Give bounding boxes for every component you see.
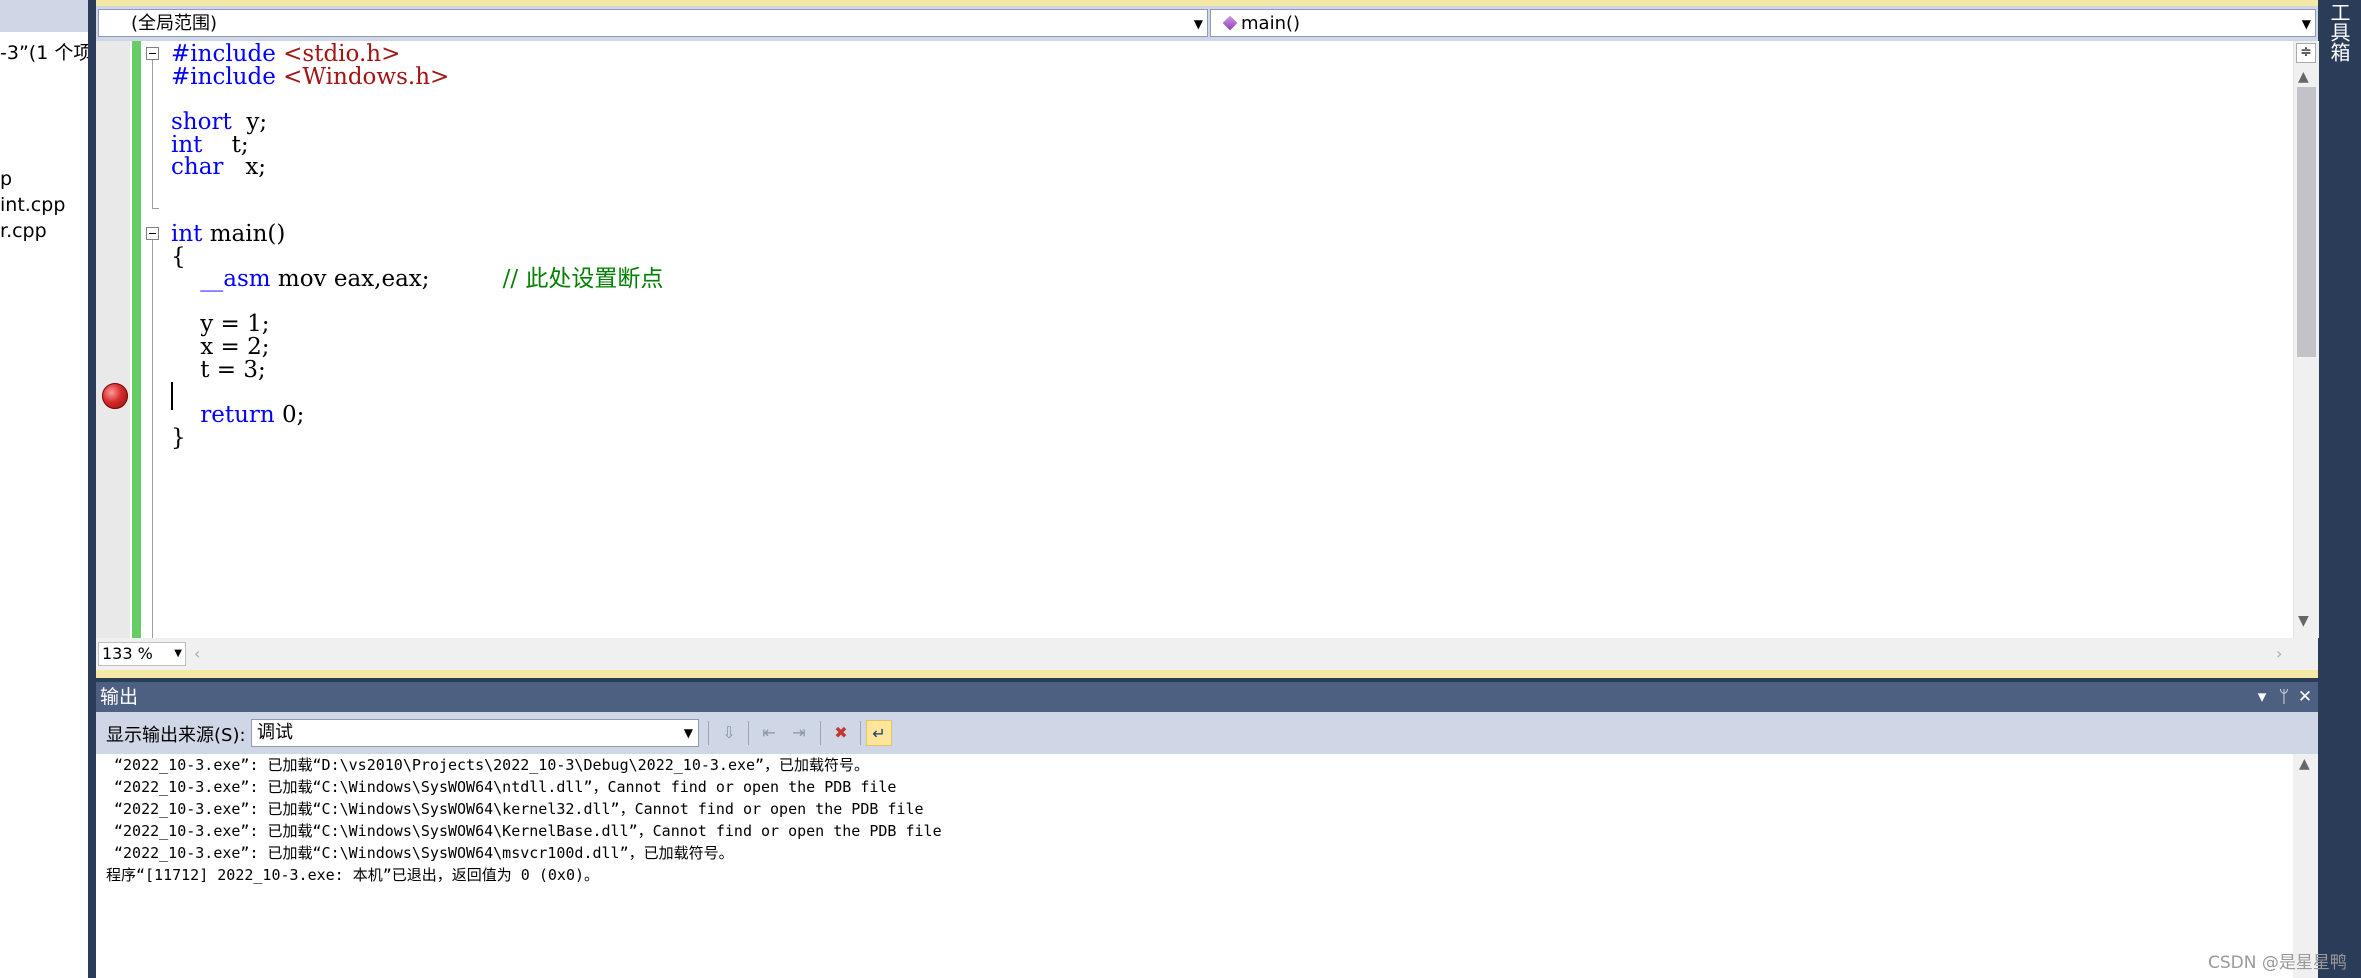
member-dropdown-value: main(): [1241, 13, 1301, 34]
chevron-down-icon: ▼: [683, 726, 693, 740]
code-line: char x;: [171, 150, 266, 184]
close-icon[interactable]: ✕: [2295, 682, 2315, 712]
solution-tree-item[interactable]: -3”(1 个项目: [0, 38, 88, 65]
code-token: 0;: [274, 402, 305, 428]
outline-line: [152, 208, 159, 209]
code-token: #include: [171, 64, 276, 90]
toolbar-separator: [748, 721, 749, 745]
toolbox-rail: 工具箱: [2318, 0, 2361, 978]
editor-bottom-bar: 133 % ▼ ‹ ›: [96, 638, 2318, 670]
code-line: int main(): [171, 217, 285, 251]
watermark: CSDN @是星星鸭: [2208, 953, 2347, 973]
clear-all-icon[interactable]: ✖: [828, 720, 854, 746]
outlining-margin: [141, 41, 165, 638]
output-line: 程序“[11712] 2022_10-3.exe: 本机”已退出，返回值为 0 …: [106, 866, 600, 884]
chevron-down-icon: ▼: [174, 648, 182, 659]
solution-tree-item[interactable]: r.cpp: [0, 220, 47, 242]
code-editor: (全局范围) ▼ main() ▼ #include <stdio.h> #in…: [96, 0, 2319, 678]
code-line: #include <Windows.h>: [171, 60, 449, 94]
code-token: main(): [202, 221, 286, 247]
toolbox-tab[interactable]: 工具箱: [2324, 2, 2354, 62]
editor-bottom-accent: [96, 670, 2318, 678]
scroll-down-icon[interactable]: ▼: [2298, 613, 2309, 629]
outline-line: [152, 240, 153, 638]
output-line: “2022_10-3.exe”: 已加载“C:\Windows\SysWOW64…: [114, 800, 924, 818]
output-text-area[interactable]: “2022_10-3.exe”: 已加载“D:\vs2010\Projects\…: [96, 754, 2293, 978]
output-title: 输出: [100, 686, 139, 708]
code-line: __asm mov eax,eax; // 此处设置断点: [171, 262, 663, 296]
output-line: “2022_10-3.exe”: 已加载“C:\Windows\SysWOW64…: [114, 778, 897, 796]
output-line: “2022_10-3.exe”: 已加载“C:\Windows\SysWOW64…: [114, 844, 734, 862]
solution-tree-item[interactable]: int.cpp: [0, 194, 65, 216]
solution-explorer-header: [0, 0, 88, 32]
toolbar-separator: [860, 721, 861, 745]
text-caret: [171, 382, 173, 410]
code-token: return: [200, 402, 275, 428]
chevron-down-icon: ▼: [2301, 17, 2311, 31]
output-title-bar: 输出 ▾ ᛘ ✕: [96, 682, 2318, 712]
code-comment: // 此处设置断点: [502, 266, 664, 292]
split-icon[interactable]: ≑: [2296, 43, 2316, 63]
scroll-thumb[interactable]: [2297, 87, 2316, 357]
toolbar-separator: [708, 721, 709, 745]
scope-dropdown[interactable]: (全局范围) ▼: [98, 9, 1208, 37]
breakpoint-gutter[interactable]: [96, 41, 130, 638]
navigation-bar: (全局范围) ▼ main() ▼: [96, 6, 2318, 41]
scroll-up-icon[interactable]: ▲: [2298, 69, 2309, 85]
panel-splitter[interactable]: [88, 0, 96, 978]
code-token: <Windows.h>: [283, 64, 450, 90]
output-vertical-scrollbar[interactable]: ▲: [2293, 754, 2318, 978]
vertical-scrollbar[interactable]: ≑ ▲ ▼: [2293, 41, 2319, 638]
collapse-icon[interactable]: [146, 227, 159, 240]
output-source-dropdown[interactable]: 调试 ▼: [251, 719, 699, 747]
solution-explorer-panel: -3”(1 个项目 p int.cpp r.cpp: [0, 0, 88, 978]
output-source-label: 显示输出来源(S):: [106, 725, 246, 746]
scroll-up-icon[interactable]: ▲: [2299, 756, 2310, 772]
output-window: 输出 ▾ ᛘ ✕ 显示输出来源(S): 调试 ▼ ⇩ ⇤ ⇥ ✖ ↵ “2022…: [96, 678, 2318, 978]
code-token: __asm: [200, 266, 271, 292]
word-wrap-icon[interactable]: ↵: [866, 720, 892, 746]
code-line: t = 3;: [171, 357, 266, 383]
chevron-down-icon: ▼: [1193, 17, 1203, 31]
change-tracking-bar: [132, 41, 141, 638]
scroll-right-icon[interactable]: ›: [2276, 644, 2282, 663]
code-token: mov eax,eax;: [270, 266, 503, 292]
breakpoint-icon[interactable]: [102, 383, 128, 409]
output-toolbar: 显示输出来源(S): 调试 ▼ ⇩ ⇤ ⇥ ✖ ↵: [96, 712, 2318, 754]
code-token: char: [171, 154, 224, 180]
zoom-dropdown[interactable]: 133 % ▼: [98, 642, 186, 666]
outline-line: [152, 60, 153, 208]
code-line: }: [171, 425, 186, 451]
scope-dropdown-value: (全局范围): [131, 13, 218, 34]
zoom-value: 133 %: [102, 644, 153, 663]
output-line: “2022_10-3.exe”: 已加载“C:\Windows\SysWOW64…: [114, 822, 942, 840]
window-menu-icon[interactable]: ▾: [2252, 682, 2272, 712]
next-message-icon[interactable]: ⇥: [786, 720, 812, 746]
code-token: x;: [223, 154, 267, 180]
output-line: “2022_10-3.exe”: 已加载“D:\vs2010\Projects\…: [114, 756, 870, 774]
pin-icon[interactable]: ᛘ: [2274, 682, 2294, 712]
collapse-icon[interactable]: [146, 47, 159, 60]
method-icon: [1222, 15, 1238, 31]
find-message-icon[interactable]: ⇩: [716, 720, 742, 746]
member-dropdown[interactable]: main() ▼: [1210, 9, 2316, 37]
toolbar-separator: [820, 721, 821, 745]
previous-message-icon[interactable]: ⇤: [756, 720, 782, 746]
code-line: return 0;: [171, 398, 304, 432]
solution-tree-item[interactable]: p: [0, 168, 12, 190]
output-source-value: 调试: [257, 722, 293, 743]
scroll-left-icon[interactable]: ‹: [194, 644, 200, 663]
code-text-area[interactable]: #include <stdio.h> #include <Windows.h> …: [171, 41, 2281, 638]
